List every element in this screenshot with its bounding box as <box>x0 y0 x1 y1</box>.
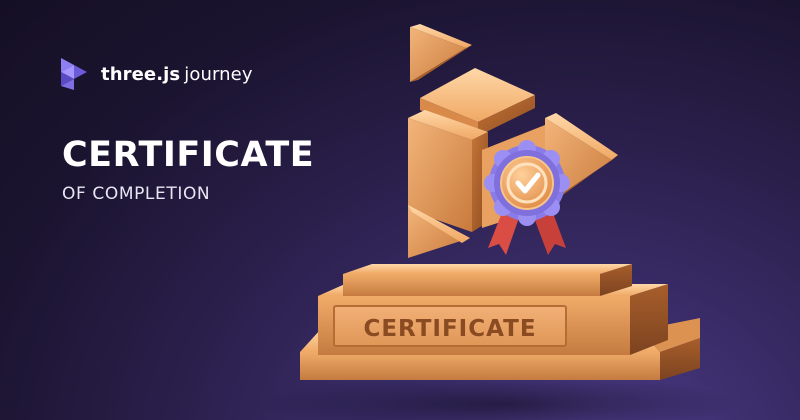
trophy-illustration: CERTIFICATE <box>260 24 740 420</box>
pedestal: CERTIFICATE <box>300 264 700 380</box>
floor-shadow <box>260 374 740 420</box>
award-badge <box>484 140 570 255</box>
plaque-label: CERTIFICATE <box>363 316 536 342</box>
